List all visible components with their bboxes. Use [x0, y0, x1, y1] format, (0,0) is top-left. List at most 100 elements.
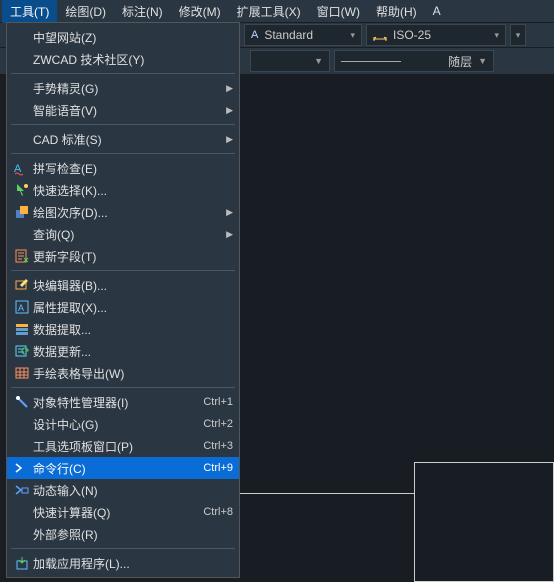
menu-item[interactable]: 对象特性管理器(I) Ctrl+1 [7, 391, 239, 413]
menu-item-label: 手势精灵(G) [33, 80, 233, 97]
view-box [414, 462, 554, 582]
chevron-down-icon: ▼ [314, 56, 323, 66]
menubar-item[interactable]: 扩展工具(X) [229, 0, 309, 23]
menubar-item[interactable]: 修改(M) [171, 0, 229, 23]
menubar-item[interactable]: A [425, 1, 449, 21]
menu-item-label: 手绘表格导出(W) [33, 365, 233, 382]
attext-icon: A [11, 298, 33, 316]
linetype-value: 随层 [448, 53, 472, 70]
drawing-canvas[interactable] [240, 74, 554, 582]
qselect-icon [11, 181, 33, 199]
chevron-down-icon: ▼ [478, 56, 487, 66]
blank-icon [11, 130, 33, 148]
menu-item-label: 块编辑器(B)... [33, 277, 233, 294]
chevron-down-icon: ▾ [516, 30, 521, 41]
blank-icon [11, 79, 33, 97]
menu-item[interactable]: 快速选择(K)... [7, 179, 239, 201]
line-sample [341, 61, 401, 62]
blank-icon [11, 415, 33, 433]
menu-item-shortcut: Ctrl+3 [203, 440, 233, 452]
menu-item-label: 数据提取... [33, 321, 233, 338]
menu-item-label: ZWCAD 技术社区(Y) [33, 51, 233, 68]
menubar-item[interactable]: 绘图(D) [57, 0, 114, 23]
menu-item-label: 设计中心(G) [33, 416, 195, 433]
props-icon [11, 393, 33, 411]
menu-item-shortcut: Ctrl+1 [203, 396, 233, 408]
menubar-item[interactable]: 窗口(W) [309, 0, 368, 23]
blank-icon [11, 503, 33, 521]
submenu-arrow-icon: ▶ [226, 207, 233, 218]
menu-separator [11, 548, 235, 549]
menu-item-label: 命令行(C) [33, 460, 195, 477]
menu-item[interactable]: A拼写检查(E) [7, 157, 239, 179]
dataupd-icon [11, 342, 33, 360]
menu-item[interactable]: 设计中心(G) Ctrl+2 [7, 413, 239, 435]
menu-item-label: 快速计算器(Q) [33, 504, 195, 521]
submenu-arrow-icon: ▶ [226, 229, 233, 240]
menu-item-label: 对象特性管理器(I) [33, 394, 195, 411]
text-style-selector[interactable]: A Standard ▾ [244, 24, 362, 46]
svg-text:A: A [18, 303, 24, 313]
text-style-icon: A [251, 29, 258, 41]
dim-style-selector[interactable]: ISO-25 ▾ [366, 24, 506, 46]
blank-icon [11, 437, 33, 455]
menubar: 工具(T)绘图(D)标注(N)修改(M)扩展工具(X)窗口(W)帮助(H)A [0, 0, 554, 22]
menu-separator [11, 73, 235, 74]
menu-item-label: 外部参照(R) [33, 526, 233, 543]
cmdline-icon [11, 459, 33, 477]
menu-item[interactable]: 数据更新... [7, 340, 239, 362]
menu-item[interactable]: 更新字段(T) [7, 245, 239, 267]
chevron-down-icon: ▾ [494, 30, 499, 41]
chevron-down-icon: ▾ [350, 30, 355, 41]
submenu-arrow-icon: ▶ [226, 105, 233, 116]
tools-menu: 中望网站(Z)ZWCAD 技术社区(Y)手势精灵(G)▶智能语音(V)▶CAD … [6, 22, 240, 578]
menu-item[interactable]: 加载应用程序(L)... [7, 552, 239, 574]
menu-separator [11, 124, 235, 125]
menu-item-shortcut: Ctrl+8 [203, 506, 233, 518]
linetype-selector[interactable]: 随层 ▼ [334, 50, 494, 72]
dim-style-value: ISO-25 [393, 28, 431, 42]
menu-item[interactable]: CAD 标准(S)▶ [7, 128, 239, 150]
menu-item-label: 更新字段(T) [33, 248, 233, 265]
blank-icon [11, 28, 33, 46]
menu-item-label: 绘图次序(D)... [33, 204, 233, 221]
menu-item[interactable]: 快速计算器(Q) Ctrl+8 [7, 501, 239, 523]
menu-item[interactable]: 数据提取... [7, 318, 239, 340]
menu-item-label: 拼写检查(E) [33, 160, 233, 177]
menubar-item[interactable]: 标注(N) [114, 0, 171, 23]
menubar-item[interactable]: 工具(T) [2, 0, 57, 23]
extra-selector[interactable]: ▾ [510, 24, 526, 46]
menu-item-label: 动态输入(N) [33, 482, 233, 499]
menu-item-label: 数据更新... [33, 343, 233, 360]
menu-item[interactable]: 绘图次序(D)...▶ [7, 201, 239, 223]
dataext-icon [11, 320, 33, 338]
menu-item[interactable]: 工具选项板窗口(P)Ctrl+3 [7, 435, 239, 457]
menu-item-label: CAD 标准(S) [33, 131, 233, 148]
order-icon [11, 203, 33, 221]
dynin-icon [11, 481, 33, 499]
menu-item-shortcut: Ctrl+9 [203, 462, 233, 474]
menu-item-label: 中望网站(Z) [33, 29, 233, 46]
menu-item[interactable]: 块编辑器(B)... [7, 274, 239, 296]
menu-item[interactable]: 中望网站(Z) [7, 26, 239, 48]
menu-item-label: 加载应用程序(L)... [33, 555, 233, 572]
menu-item[interactable]: 查询(Q)▶ [7, 223, 239, 245]
menu-item[interactable]: 手绘表格导出(W) [7, 362, 239, 384]
menu-item[interactable]: ZWCAD 技术社区(Y) [7, 48, 239, 70]
menu-item[interactable]: 外部参照(R) [7, 523, 239, 545]
menu-item[interactable]: 动态输入(N) [7, 479, 239, 501]
text-style-value: Standard [264, 28, 313, 42]
menu-item-shortcut: Ctrl+2 [203, 418, 233, 430]
menu-item-label: 智能语音(V) [33, 102, 233, 119]
dim-style-icon [373, 29, 387, 41]
menu-item[interactable]: 命令行(C) Ctrl+9 [7, 457, 239, 479]
menu-item[interactable]: 手势精灵(G)▶ [7, 77, 239, 99]
submenu-arrow-icon: ▶ [226, 83, 233, 94]
appload-icon [11, 554, 33, 572]
menu-item[interactable]: A属性提取(X)... [7, 296, 239, 318]
menu-separator [11, 387, 235, 388]
menu-item[interactable]: 智能语音(V)▶ [7, 99, 239, 121]
menubar-item[interactable]: 帮助(H) [368, 0, 425, 23]
menu-item-label: 快速选择(K)... [33, 182, 233, 199]
color-selector[interactable]: ▼ [250, 50, 330, 72]
